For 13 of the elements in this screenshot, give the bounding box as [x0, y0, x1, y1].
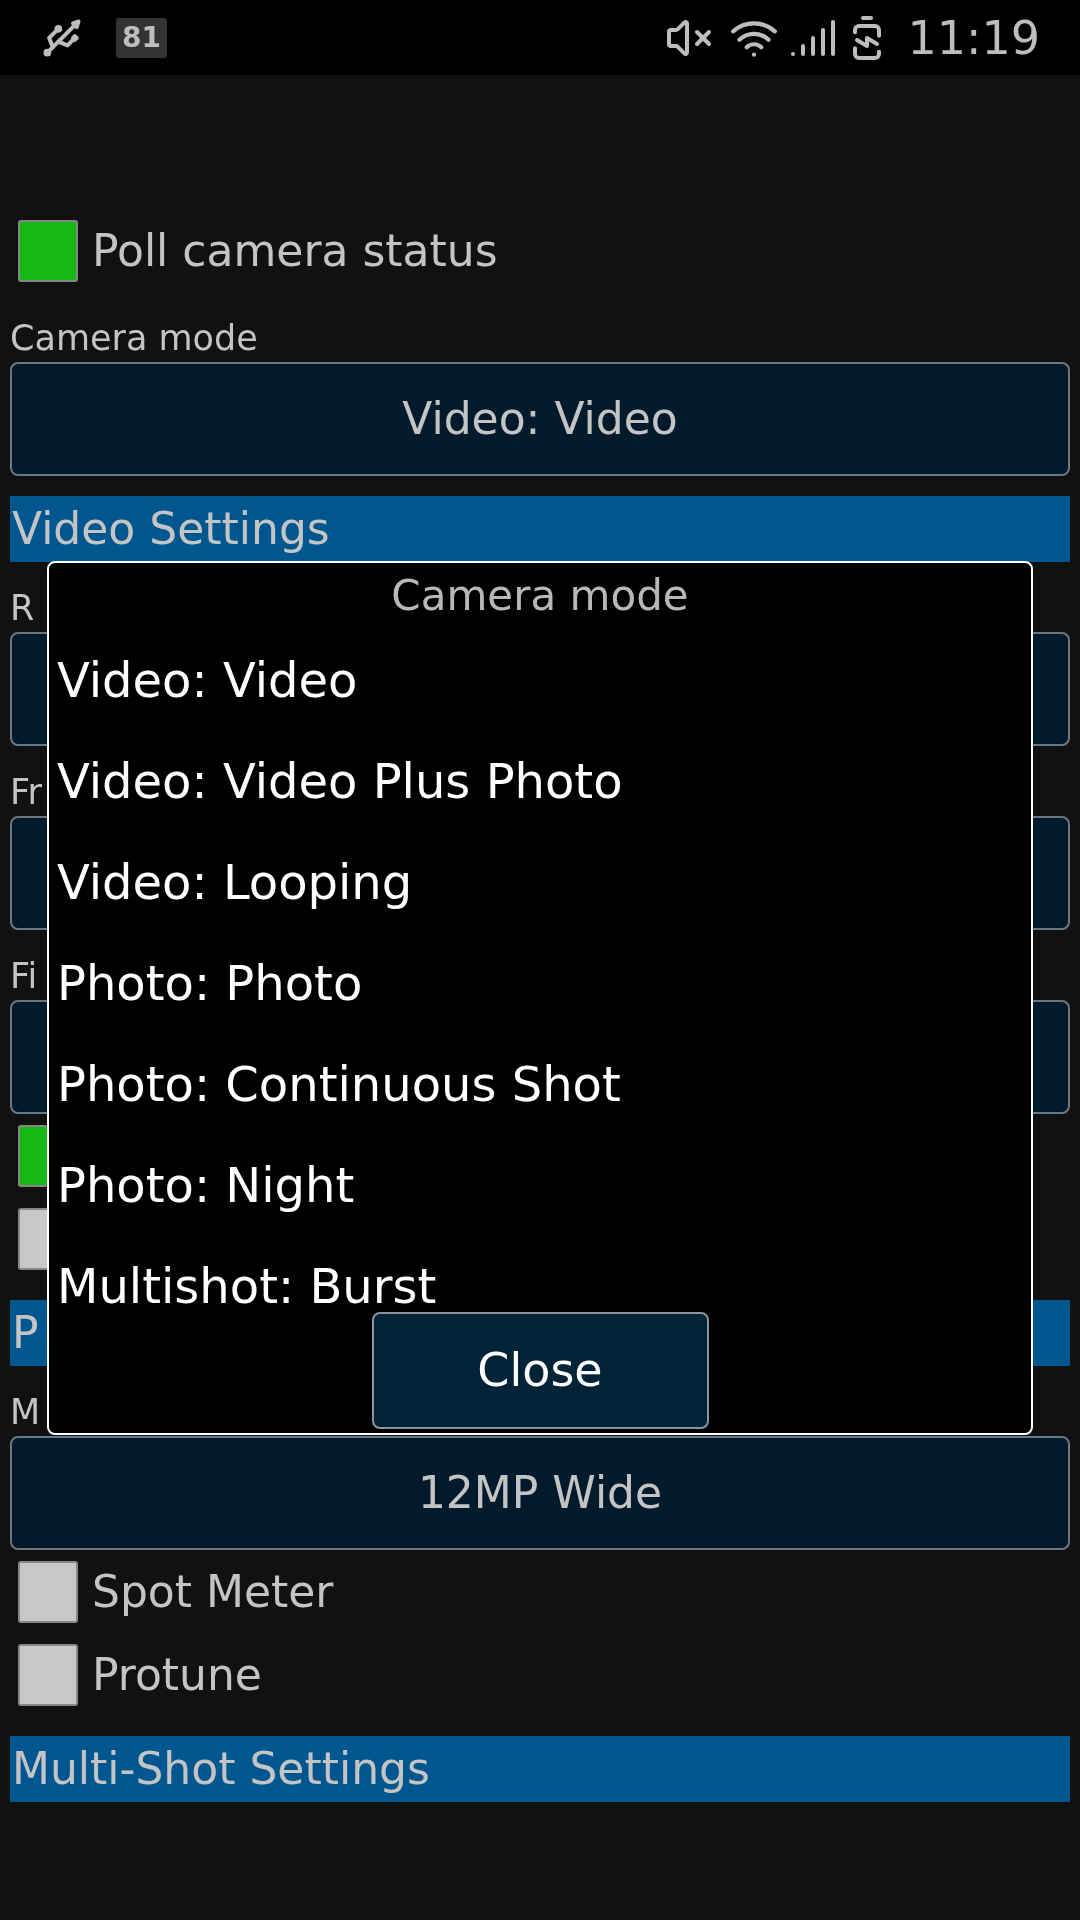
checkbox-label: Spot Meter [92, 1569, 334, 1614]
field-label: M [10, 1395, 41, 1430]
section-header: Multi-Shot Settings [10, 1736, 1070, 1802]
checkbox-label: Protune [92, 1652, 262, 1697]
field-label: Fi [10, 959, 38, 994]
checkbox-label: Poll camera status [92, 228, 498, 273]
notification-badge: 81 [116, 17, 167, 58]
status-time: 11:19 [907, 14, 1040, 61]
field-label: Camera mode [10, 321, 258, 356]
field-label: Fr [10, 775, 42, 810]
field-label: R [10, 591, 35, 626]
section-header: Video Settings [10, 496, 1070, 562]
dialog-title: Camera mode [391, 575, 689, 617]
